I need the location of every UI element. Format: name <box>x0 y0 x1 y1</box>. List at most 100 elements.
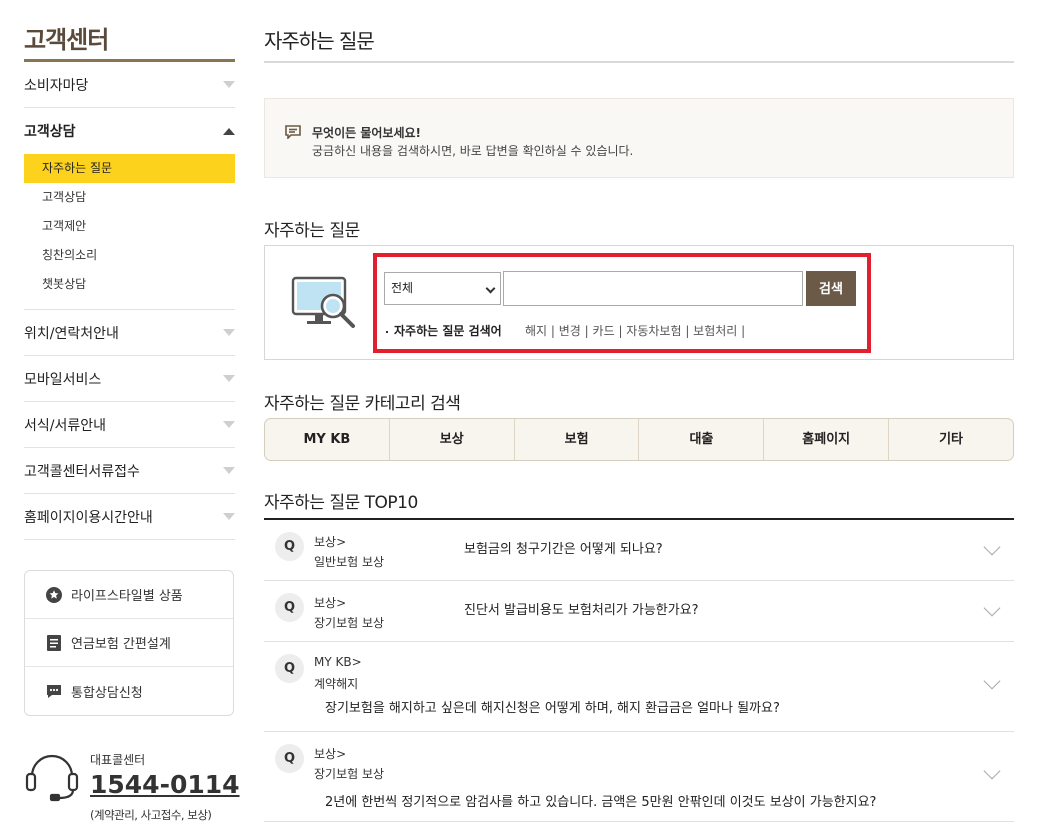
chevron-down-icon <box>223 375 235 382</box>
call-center: 대표콜센터 1544-0114 (계약관리, 사고접수, 보상) <box>24 748 244 828</box>
sidebar-item-label: 소비자마당 <box>24 77 89 94</box>
category-tab-compensation[interactable]: 보상 <box>390 419 515 460</box>
top10-title: 자주하는 질문 TOP10 <box>264 493 418 513</box>
faq-subcategory: 장기보험 보상 <box>314 767 385 781</box>
keyword-list: 해지 | 변경 | 카드 | 자동차보험 | 보험처리 | <box>525 324 746 338</box>
q-badge: Q <box>275 532 304 561</box>
category-tab-insurance[interactable]: 보험 <box>515 419 640 460</box>
sidebar-item-mobile[interactable]: 모바일서비스 <box>24 356 235 402</box>
sidebar-item-label: 모바일서비스 <box>24 371 102 388</box>
message-icon <box>285 124 301 140</box>
call-center-number[interactable]: 1544-0114 <box>90 770 240 799</box>
submenu-item-consult[interactable]: 고객상담 <box>24 183 235 212</box>
faq-item[interactable]: Q MY KB> 계약해지 장기보험을 해지하고 싶은데 해지신청은 어떻게 하… <box>264 642 1014 732</box>
quick-link-pension[interactable]: 연금보험 간편설계 <box>25 619 233 667</box>
sidebar-item-consult[interactable]: 고객상담 <box>24 108 235 154</box>
main-content: 자주하는 질문 무엇이든 물어보세요! 궁금하신 내용을 검색하시면, 바로 답… <box>264 0 1014 822</box>
chevron-down-icon[interactable] <box>983 538 1001 556</box>
quick-link-label: 연금보험 간편설계 <box>71 637 171 652</box>
category-tab-etc[interactable]: 기타 <box>889 419 1013 460</box>
chevron-down-icon[interactable] <box>983 762 1001 780</box>
chevron-down-icon[interactable] <box>983 599 1001 617</box>
category-bar: MY KB 보상 보험 대출 홈페이지 기타 <box>264 418 1014 461</box>
sidebar-item-forms[interactable]: 서식/서류안내 <box>24 402 235 448</box>
info-text: 궁금하신 내용을 검색하시면, 바로 답변을 확인하실 수 있습니다. <box>312 144 634 158</box>
sidebar-item-label: 위치/연락처안내 <box>24 325 119 342</box>
keyword-label: 자주하는 질문 검색어 <box>386 322 502 339</box>
star-circle-icon <box>46 586 62 603</box>
faq-category: 보상> <box>314 747 347 761</box>
info-box: 무엇이든 물어보세요! 궁금하신 내용을 검색하시면, 바로 답변을 확인하실 … <box>264 98 1014 178</box>
quick-link-label: 통합상담신청 <box>71 685 143 701</box>
faq-category: 보상> <box>314 535 347 549</box>
submenu-item-faq[interactable]: 자주하는 질문 <box>24 154 235 183</box>
chevron-down-icon[interactable] <box>983 672 1001 690</box>
call-center-label: 대표콜센터 <box>90 753 146 767</box>
submenu-item-chatbot[interactable]: 챗봇상담 <box>24 270 235 299</box>
chevron-down-icon <box>223 329 235 336</box>
search-category-select[interactable]: 전체 <box>384 272 501 305</box>
chevron-down-icon <box>223 421 235 428</box>
faq-list: Q 보상> 일반보험 보상 보험금의 청구기간은 어떻게 되나요? Q 보상> … <box>264 518 1014 822</box>
sidebar-title: 고객센터 <box>24 0 235 62</box>
document-icon <box>46 634 62 651</box>
sidebar-item-label: 홈페이지이용시간안내 <box>24 509 153 526</box>
call-center-note: (계약관리, 사고접수, 보상) <box>90 808 212 822</box>
quick-links: 라이프스타일별 상품 연금보험 간편설계 통합상담신청 <box>24 570 234 716</box>
info-title: 무엇이든 물어보세요! <box>312 126 422 140</box>
sidebar-item-label: 고객콜센터서류접수 <box>24 463 140 480</box>
sidebar-item-hours[interactable]: 홈페이지이용시간안내 <box>24 494 235 540</box>
faq-category: 보상> <box>314 596 347 610</box>
chevron-down-icon <box>485 283 496 294</box>
sidebar-menu-rest: 위치/연락처안내 모바일서비스 서식/서류안내 고객콜센터서류접수 홈페이지이용… <box>24 310 235 540</box>
select-value: 전체 <box>391 281 414 295</box>
chat-icon <box>46 683 62 699</box>
sidebar-item-label: 고객상담 <box>24 124 76 140</box>
category-section-title: 자주하는 질문 카테고리 검색 <box>264 394 461 414</box>
category-tab-loan[interactable]: 대출 <box>639 419 765 460</box>
faq-subcategory: 장기보험 보상 <box>314 616 385 630</box>
faq-question: 장기보험을 해지하고 싶은데 해지신청은 어떻게 하며, 해지 환급금은 얼마나… <box>325 701 780 716</box>
sidebar-item-location[interactable]: 위치/연락처안내 <box>24 310 235 356</box>
chevron-down-icon <box>223 513 235 520</box>
keyword-link[interactable]: 변경 <box>559 324 581 338</box>
quick-link-lifestyle[interactable]: 라이프스타일별 상품 <box>25 571 233 619</box>
keyword-link[interactable]: 카드 <box>593 324 615 338</box>
q-badge: Q <box>275 593 304 622</box>
faq-subcategory: 계약해지 <box>314 677 359 691</box>
q-badge: Q <box>275 654 304 683</box>
chevron-down-icon <box>223 467 235 474</box>
category-tab-mykb[interactable]: MY KB <box>265 419 390 460</box>
sidebar-menu: 소비자마당 고객상담 <box>24 62 235 154</box>
category-tab-homepage[interactable]: 홈페이지 <box>764 419 890 460</box>
keyword-link[interactable]: 해지 <box>525 324 547 338</box>
faq-item[interactable]: Q 보상> 장기보험 보상 진단서 발급비용도 보험처리가 가능한가요? <box>264 581 1014 642</box>
headset-icon <box>24 748 80 804</box>
search-button[interactable]: 검색 <box>806 271 856 306</box>
keyword-link[interactable]: 자동차보험 <box>626 324 681 338</box>
q-badge: Q <box>275 744 304 773</box>
faq-question: 보험금의 청구기간은 어떻게 되나요? <box>464 542 663 557</box>
sidebar-submenu: 자주하는 질문 고객상담 고객제안 칭찬의소리 챗봇상담 <box>24 154 235 310</box>
monitor-search-icon <box>291 276 361 332</box>
quick-link-consult[interactable]: 통합상담신청 <box>25 667 233 715</box>
page-title: 자주하는 질문 <box>264 0 1014 63</box>
submenu-item-suggestion[interactable]: 고객제안 <box>24 212 235 241</box>
bullet-icon <box>386 330 388 333</box>
faq-item[interactable]: Q 보상> 장기보험 보상 2년에 한번씩 정기적으로 암검사를 하고 있습니다… <box>264 732 1014 822</box>
faq-question: 2년에 한번씩 정기적으로 암검사를 하고 있습니다. 금액은 5만원 안팎인데… <box>325 795 877 810</box>
faq-item[interactable]: Q 보상> 일반보험 보상 보험금의 청구기간은 어떻게 되나요? <box>264 520 1014 581</box>
quick-link-label: 라이프스타일별 상품 <box>71 589 183 604</box>
keyword-link[interactable]: 보험처리 <box>693 324 737 338</box>
faq-category: MY KB> <box>314 655 362 669</box>
sidebar-item-consumer[interactable]: 소비자마당 <box>24 62 235 108</box>
submenu-item-compliment[interactable]: 칭찬의소리 <box>24 241 235 270</box>
sidebar: 고객센터 소비자마당 고객상담 자주하는 질문 고객상담 고객제안 칭찬의소리 … <box>24 0 235 540</box>
search-section-title: 자주하는 질문 <box>264 221 360 241</box>
chevron-up-icon <box>223 127 235 135</box>
sidebar-item-label: 서식/서류안내 <box>24 417 106 434</box>
keyword-label-text: 자주하는 질문 검색어 <box>394 324 502 338</box>
sidebar-item-callcenter-docs[interactable]: 고객콜센터서류접수 <box>24 448 235 494</box>
faq-question: 진단서 발급비용도 보험처리가 가능한가요? <box>464 603 699 618</box>
search-input[interactable] <box>503 271 803 306</box>
